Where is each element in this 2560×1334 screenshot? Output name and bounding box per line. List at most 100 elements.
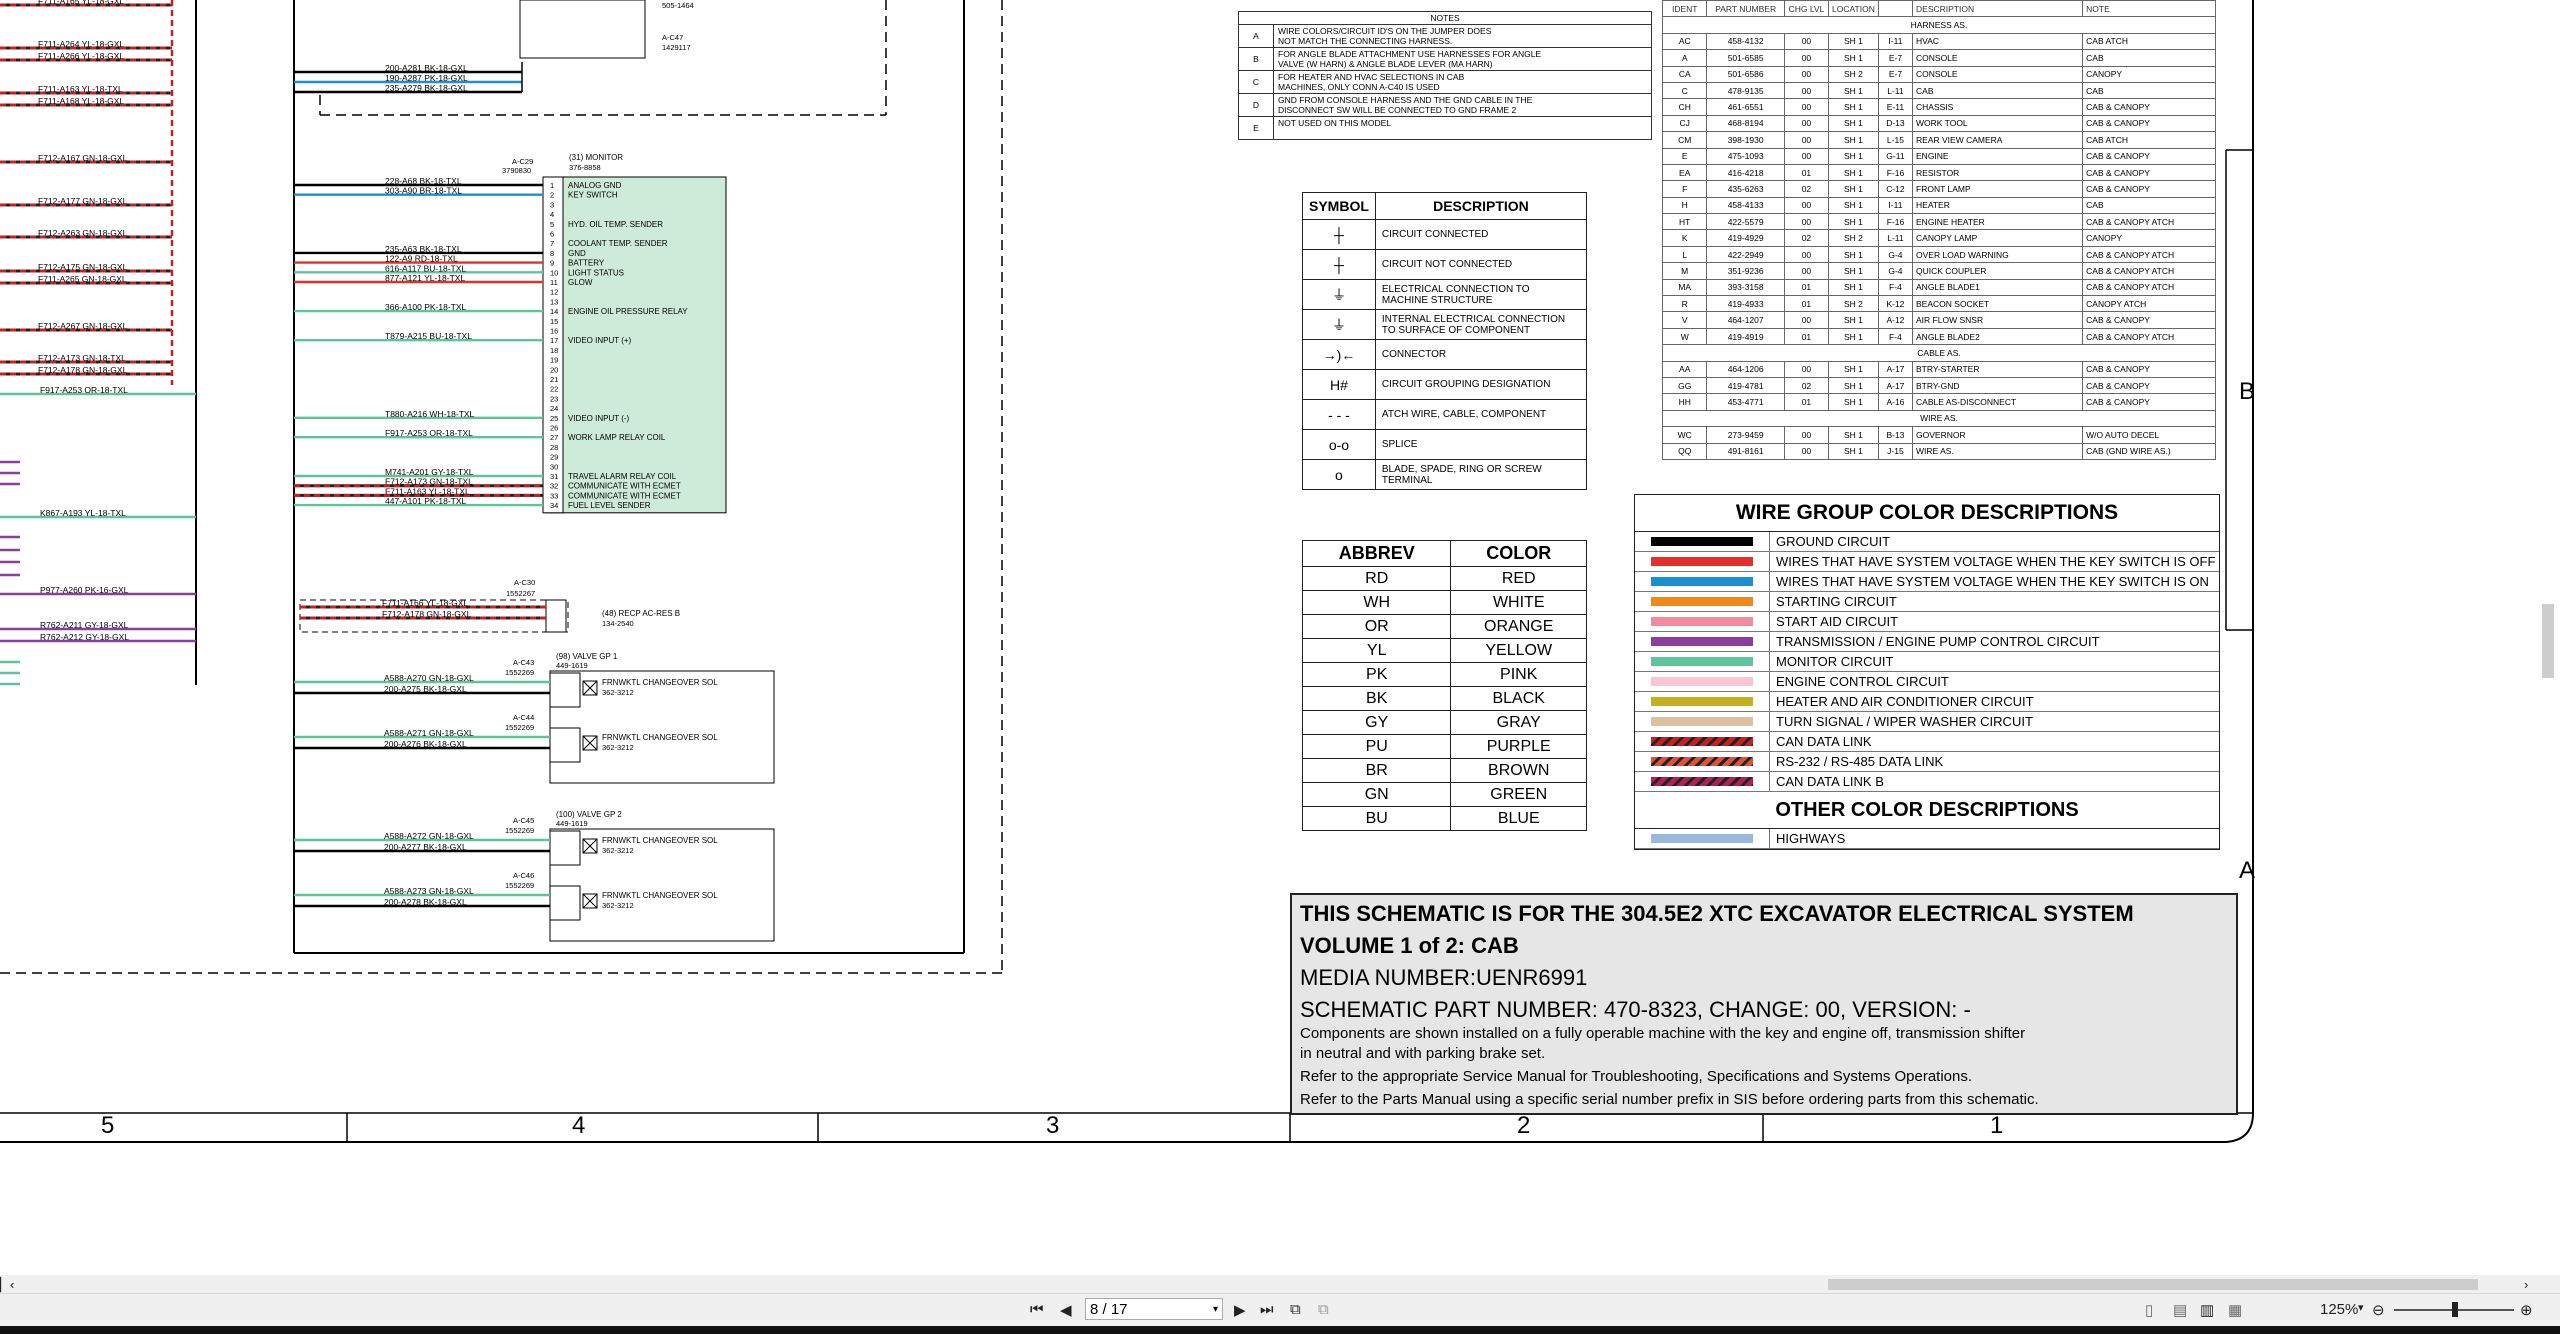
parts-cell: CAB & CANOPY [2082, 114, 2216, 133]
title-note-4: Refer to the Parts Manual using a specif… [1300, 1091, 2039, 1108]
scroll-right-icon[interactable]: › [2524, 1277, 2528, 1292]
left-wire-label: F711-A266 YL-18-GXL [38, 51, 124, 61]
title-note-1: Components are shown installed on a full… [1300, 1025, 2026, 1042]
parts-cell: CHASSIS [1912, 98, 2084, 116]
title-note-2: in neutral and with parking brake set. [1300, 1045, 1546, 1062]
wire-color-swatch [1651, 717, 1753, 726]
parts-cell: E-7 [1877, 65, 1914, 83]
monitor-pin-name: COMMUNICATE WITH ECMET [568, 482, 681, 491]
symbol-row: ┼ CIRCUIT NOT CONNECTED [1302, 249, 1588, 280]
copy-icon[interactable]: ⧉ [1290, 1301, 1301, 1318]
parts-cell: 00 [1783, 360, 1830, 378]
other-color-title: OTHER COLOR DESCRIPTIONS [1635, 792, 2219, 829]
abbrev-row: WH WHITE [1301, 590, 1587, 615]
page-number-input[interactable]: 8 / 17 ▾ [1085, 1298, 1223, 1320]
wire-color-swatch [1651, 577, 1753, 586]
parts-cell: DESCRIPTION [1912, 0, 2084, 18]
receptacle-wire-label: F711-A166 YL-18-GXL [382, 598, 468, 608]
grid-column-5: 5 [101, 1112, 115, 1139]
symbol-glyph: →)← [1302, 339, 1376, 370]
prev-page-icon[interactable]: ◀ [1060, 1301, 1072, 1319]
frame-bottom-border [0, 1112, 2254, 1143]
abbrev-code: BK [1301, 686, 1452, 711]
zoom-level[interactable]: 125% [2320, 1301, 2358, 1318]
parts-cell: 422-5579 [1706, 213, 1785, 231]
left-wire-label: R762-A212 GY-18-GXL [40, 632, 129, 642]
symbol-row: ┼ CIRCUIT CONNECTED [1302, 219, 1588, 250]
parts-cell: CAB ATCH [2082, 32, 2216, 51]
zoom-dropdown-icon[interactable]: ▾ [2358, 1301, 2364, 1314]
monitor-wire-label: 366-A100 PK-18-TXL [385, 302, 467, 312]
symbol-description: INTERNAL ELECTRICAL CONNECTION TO SURFAC… [1374, 309, 1588, 340]
monitor-pin-number: 8 [550, 249, 554, 258]
monitor-pin-name: BATTERY [568, 259, 605, 268]
monitor-pin-name: LIGHT STATUS [568, 268, 624, 277]
zoom-slider-thumb[interactable] [2452, 1302, 2458, 1317]
parts-cell: CAB [2082, 196, 2216, 215]
left-wire-label: F711-A264 YL-18-GXL [38, 39, 124, 49]
grid-column-4: 4 [572, 1112, 586, 1139]
left-wire-label: F712-A177 GN-18-GXL [38, 196, 128, 206]
parts-row: M 351-9236 00 SH 1 G-4 QUICK COUPLER CAB & CAN… [1661, 262, 2216, 280]
parts-cell: CM [1661, 131, 1708, 149]
parts-cell: 464-1206 [1706, 360, 1785, 378]
zoom-in-icon[interactable]: ⊕ [2520, 1301, 2533, 1319]
monitor-part: 376-8858 [569, 163, 601, 172]
next-page-icon[interactable]: ▶ [1234, 1301, 1246, 1319]
solenoid-icon [582, 893, 598, 909]
monitor-wire-label: T880-A216 WH-18-TXL [385, 409, 475, 419]
monitor-pin-number: 18 [550, 346, 558, 355]
last-page-icon[interactable]: ⏭ [1260, 1301, 1274, 1318]
solenoid-connector-id: A-C43 [513, 658, 534, 667]
parts-row: F 435-6263 02 SH 1 C-12 FRONT LAMP CAB & CANOP… [1661, 180, 2216, 198]
parts-row: HH 453-4771 01 SH 1 A-16 CABLE AS-DISCONNECT C… [1661, 393, 2216, 411]
parts-cell [1877, 0, 1914, 18]
parts-cell: QQ [1661, 442, 1708, 460]
solenoid-icon [582, 680, 598, 696]
abbrev-row: RD RED [1301, 566, 1587, 591]
parts-cell: SH 1 [1828, 49, 1879, 67]
solenoid-connector [549, 727, 581, 763]
wire-group-row: START AID CIRCUIT [1635, 612, 2219, 632]
solenoid-icon [582, 838, 598, 854]
parts-row: L 422-2949 00 SH 1 G-4 OVER LOAD WARNING CAB &… [1661, 245, 2216, 264]
zoom-out-icon[interactable]: ⊖ [2372, 1301, 2385, 1319]
solenoid-name: FRNWKTL CHANGEOVER SOL [602, 836, 718, 845]
two-page-continuous-icon[interactable]: ▦ [2228, 1301, 2242, 1319]
parts-cell: 00 [1783, 114, 1830, 133]
symbol-row: o-o SPLICE [1302, 429, 1588, 460]
symbol-glyph: o [1302, 459, 1376, 490]
monitor-pin-number: 7 [550, 239, 554, 248]
receptacle-part: 134-2540 [602, 619, 634, 628]
parts-cell: CANOPY LAMP [1912, 229, 2084, 247]
parts-cell: SH 1 [1828, 131, 1879, 149]
grid-row-b: B [2239, 378, 2256, 405]
parts-cell: SH 1 [1828, 245, 1879, 264]
single-page-view-icon[interactable]: ▯ [2145, 1301, 2153, 1319]
media-number: MEDIA NUMBER:UENR6991 [1300, 965, 1588, 990]
first-page-icon[interactable]: ⏮ [1030, 1301, 1044, 1318]
parts-cell: L [1661, 245, 1708, 264]
paste-icon[interactable]: ⧉ [1318, 1301, 1329, 1318]
parts-cell: GOVERNOR [1912, 426, 2084, 444]
two-page-view-icon[interactable]: ▥ [2200, 1301, 2214, 1319]
wire-color-swatch [1651, 677, 1753, 686]
monitor-pin-number: 3 [550, 200, 554, 209]
parts-cell: ENGINE HEATER [1912, 213, 2084, 231]
chevron-down-icon[interactable]: ▾ [1213, 1299, 1218, 1321]
vertical-scrollbar-thumb[interactable] [2542, 604, 2554, 678]
wire-group-color-legend: WIRE GROUP COLOR DESCRIPTIONS GROUND CIR… [1634, 494, 2220, 850]
abbrev-header: ABBREV [1301, 540, 1452, 567]
scroll-left-icon[interactable]: ▏‹ [0, 1277, 14, 1293]
note-row: C FOR HEATER AND HVAC SELECTIONS IN CAB M… [1238, 70, 1652, 94]
horizontal-scrollbar-thumb[interactable] [1828, 1279, 2478, 1290]
symbol-description: CIRCUIT CONNECTED [1374, 219, 1588, 250]
parts-cell: SH 1 [1828, 376, 1879, 395]
monitor-pin-number: 25 [550, 414, 558, 423]
parts-row: GG 419-4781 02 SH 1 A-17 BTRY-GND CAB & CANOPY [1661, 376, 2216, 395]
parts-cell: OVER LOAD WARNING [1912, 245, 2084, 264]
left-wire-label: F711-A165 YL-18-GXL [38, 0, 124, 6]
continuous-view-icon[interactable]: ▤ [2173, 1301, 2187, 1319]
parts-cell: W [1661, 327, 1708, 346]
wire-group-row: CAN DATA LINK [1635, 732, 2219, 752]
